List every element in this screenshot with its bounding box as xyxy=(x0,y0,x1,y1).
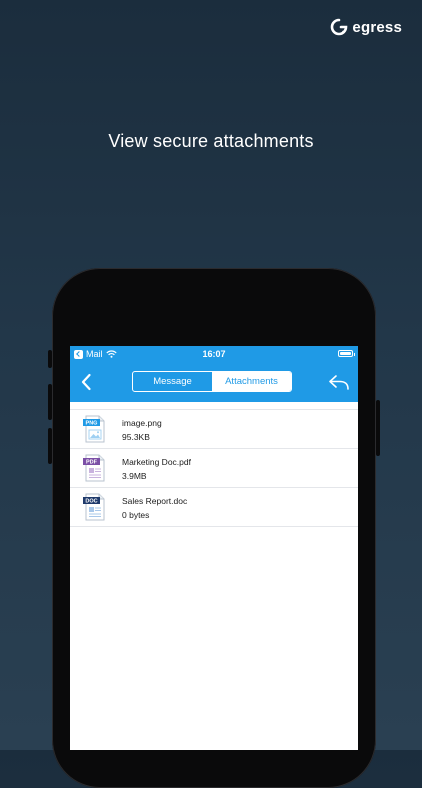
egress-logo: egress xyxy=(330,18,402,36)
attachment-row[interactable]: DOC Sales Report.doc 0 bytes xyxy=(70,488,358,527)
svg-text:PDF: PDF xyxy=(86,460,98,466)
headline: View secure attachments xyxy=(108,131,314,151)
png-file-icon: PNG xyxy=(83,415,105,443)
attachment-name: Marketing Doc.pdf xyxy=(122,457,191,467)
attachment-size: 95.3KB xyxy=(122,432,150,442)
svg-text:PNG: PNG xyxy=(86,421,98,427)
status-bar: Mail 16:07 xyxy=(70,346,358,362)
navigation-bar: Message Attachments xyxy=(70,362,358,402)
status-time: 16:07 xyxy=(202,349,226,359)
phone-screen: Mail 16:07 Message Attachments PNG image… xyxy=(70,346,358,750)
tab-attachments[interactable]: Attachments xyxy=(212,372,291,391)
egress-logo-icon xyxy=(331,18,348,36)
attachment-row[interactable]: PDF Marketing Doc.pdf 3.9MB xyxy=(70,449,358,488)
reply-icon[interactable] xyxy=(328,372,350,392)
battery-icon xyxy=(338,350,355,357)
brand-name: egress xyxy=(352,18,402,36)
pdf-file-icon: PDF xyxy=(83,454,105,482)
attachment-row[interactable]: PNG image.png 95.3KB xyxy=(70,410,358,449)
attachment-size: 3.9MB xyxy=(122,471,147,481)
back-chevron-icon[interactable] xyxy=(77,372,97,392)
phone-volume-down xyxy=(48,428,52,464)
phone-mute-switch xyxy=(48,350,52,368)
attachment-name: Sales Report.doc xyxy=(122,496,188,506)
attachment-name: image.png xyxy=(122,418,162,428)
view-segmented-control: Message Attachments xyxy=(132,371,292,392)
tab-message[interactable]: Message xyxy=(133,372,212,391)
attachment-size: 0 bytes xyxy=(122,510,150,520)
attachment-list: PNG image.png 95.3KB PDF Marketing Doc.p… xyxy=(70,409,358,527)
svg-text:DOC: DOC xyxy=(85,499,97,505)
phone-volume-up xyxy=(48,384,52,420)
phone-power-button xyxy=(376,400,380,456)
doc-file-icon: DOC xyxy=(83,493,105,521)
